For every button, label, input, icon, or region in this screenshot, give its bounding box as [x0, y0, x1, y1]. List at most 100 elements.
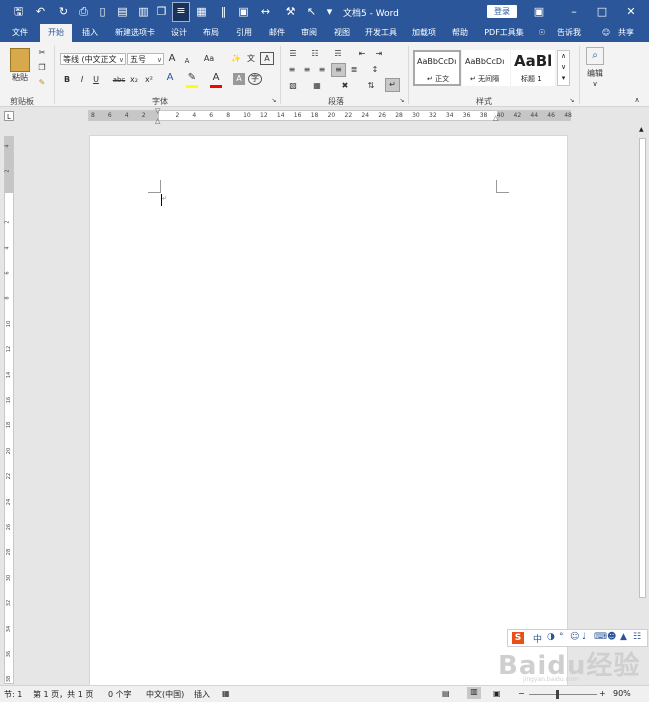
numbering-icon[interactable]: ☷: [308, 48, 322, 60]
increase-indent-icon[interactable]: ⇥: [373, 48, 385, 60]
layout-options-icon[interactable]: ▣: [236, 4, 251, 19]
copy-icon[interactable]: ❐: [36, 62, 48, 74]
enclose-char-icon[interactable]: 字: [248, 73, 262, 85]
vertical-scrollbar[interactable]: ▲: [637, 124, 647, 685]
punctuation-icon[interactable]: °: [559, 632, 564, 642]
borders-icon[interactable]: ▦: [310, 80, 324, 92]
style-heading-1[interactable]: AaBl 标题 1: [511, 50, 555, 86]
tab-layout[interactable]: 布局: [197, 24, 225, 42]
styles-expand-icon[interactable]: ▾: [558, 73, 569, 84]
strikethrough-button[interactable]: abc: [112, 74, 126, 86]
document-page[interactable]: ↵: [89, 135, 568, 690]
print-layout-icon[interactable]: ▥: [467, 687, 481, 699]
minimize-icon[interactable]: –: [566, 4, 582, 20]
horizontal-ruler[interactable]: 8 6 4 2 2 4 6 8 10 12 14 16 18 20 22 24 26 28 30 32 34 36 38 40…: [88, 110, 572, 121]
maximize-icon[interactable]: □: [594, 4, 610, 20]
sogou-logo-icon[interactable]: S: [512, 632, 524, 644]
cut-icon[interactable]: ✂: [36, 47, 48, 59]
copy-icon[interactable]: ❐: [154, 4, 169, 19]
tab-design[interactable]: 设计: [165, 24, 193, 42]
section-indicator[interactable]: 节: 1: [4, 689, 22, 700]
chinese-layout-icon[interactable]: ✖: [337, 80, 353, 92]
decrease-indent-icon[interactable]: ⇤: [356, 48, 368, 60]
char-shading-icon[interactable]: A: [233, 73, 245, 85]
customize-icon[interactable]: ▾: [322, 4, 337, 19]
zoom-slider-thumb[interactable]: [556, 690, 559, 699]
font-size-select[interactable]: 五号 ∨: [127, 53, 164, 65]
paragraph-dialog-icon[interactable]: ↘: [398, 95, 406, 107]
tab-view[interactable]: 视图: [328, 24, 356, 42]
tab-new[interactable]: 新建选项卡: [109, 24, 161, 42]
web-layout-icon[interactable]: ▣: [493, 689, 501, 698]
tab-help[interactable]: 帮助: [446, 24, 474, 42]
tab-review[interactable]: 审阅: [295, 24, 323, 42]
underline-button[interactable]: U: [91, 74, 101, 86]
clear-format-icon[interactable]: ✨: [230, 53, 242, 65]
select-icon[interactable]: ↖: [304, 4, 319, 19]
superscript-button[interactable]: x²: [143, 74, 155, 86]
close-icon[interactable]: ✕: [623, 4, 639, 20]
tab-mailings[interactable]: 邮件: [263, 24, 291, 42]
layout-icon[interactable]: ≡: [172, 2, 190, 22]
justify-icon[interactable]: ≡: [331, 63, 346, 77]
zoom-in-icon[interactable]: +: [599, 689, 606, 698]
show-marks-icon[interactable]: ↵: [385, 78, 400, 92]
read-mode-icon[interactable]: ▤: [442, 689, 450, 698]
subscript-button[interactable]: x₂: [128, 74, 140, 86]
zoom-level[interactable]: 90%: [613, 689, 631, 698]
toolbox-icon[interactable]: ☷: [633, 632, 641, 642]
share-button[interactable]: 共享: [612, 24, 640, 42]
search-icon[interactable]: ⌕: [586, 47, 604, 65]
zoom-out-icon[interactable]: −: [518, 689, 525, 698]
language-indicator[interactable]: 中文(中国): [146, 689, 184, 700]
skin-icon[interactable]: ▲: [620, 632, 627, 642]
shrink-font-button[interactable]: A: [182, 55, 192, 67]
chevron-down-icon[interactable]: ∨: [558, 62, 569, 73]
word-count[interactable]: 0 个字: [108, 689, 132, 700]
grow-font-button[interactable]: A: [166, 53, 178, 65]
keyboard-icon[interactable]: ⌨: [594, 632, 607, 642]
shading-icon[interactable]: ▧: [286, 80, 300, 92]
tab-insert[interactable]: 插入: [76, 24, 104, 42]
sort-icon[interactable]: ⇅: [365, 80, 377, 92]
font-name-select[interactable]: 等线 (中文正文 ∨: [60, 53, 126, 65]
open-icon[interactable]: ▤: [115, 4, 130, 19]
macro-record-icon[interactable]: ▦: [222, 689, 230, 698]
style-normal[interactable]: AaBbCcDı ↵ 正文: [413, 50, 461, 86]
collapse-ribbon-icon[interactable]: ∧: [632, 94, 642, 106]
page-indicator[interactable]: 第 1 页，共 1 页: [33, 689, 93, 700]
styles-scroll[interactable]: ∧ ∨ ▾: [557, 50, 570, 86]
tab-references[interactable]: 引用: [230, 24, 258, 42]
text-effects-icon[interactable]: A: [164, 72, 176, 84]
zoom-slider[interactable]: [529, 694, 597, 695]
microphone-icon[interactable]: ♩: [582, 632, 586, 642]
tab-pdf[interactable]: PDF工具集: [480, 24, 528, 42]
width-icon[interactable]: ↔: [258, 4, 273, 19]
tell-me-search[interactable]: 告诉我: [552, 24, 586, 42]
ribbon-display-icon[interactable]: ▣: [531, 4, 547, 20]
scrollbar-thumb[interactable]: [639, 138, 646, 598]
print-preview-icon[interactable]: ⎙: [76, 4, 91, 19]
right-indent-marker[interactable]: △: [493, 114, 498, 122]
chevron-up-icon[interactable]: ∧: [558, 51, 569, 62]
bold-button[interactable]: B: [62, 74, 72, 86]
hanging-indent-marker[interactable]: △: [155, 117, 160, 125]
first-line-indent-marker[interactable]: ▽: [155, 107, 160, 115]
save-icon[interactable]: 🖫: [11, 4, 26, 19]
font-dialog-icon[interactable]: ↘: [270, 95, 278, 107]
ime-mode-label[interactable]: 中: [533, 632, 542, 645]
tab-home[interactable]: 开始: [40, 24, 72, 42]
table-icon[interactable]: ▦: [194, 4, 209, 19]
multilevel-list-icon[interactable]: ☴: [331, 48, 345, 60]
scroll-up-icon[interactable]: ▲: [639, 126, 644, 133]
style-no-spacing[interactable]: AaBbCcDı ↵ 无间隔: [462, 50, 510, 86]
person-icon[interactable]: ☻: [607, 632, 616, 642]
paste-icon[interactable]: ▥: [136, 4, 151, 19]
highlight-icon[interactable]: ✎: [186, 72, 198, 84]
styles-dialog-icon[interactable]: ↘: [568, 95, 576, 107]
format-painter-icon[interactable]: ⚒: [283, 4, 298, 19]
char-border-icon[interactable]: A: [260, 52, 274, 65]
bullets-icon[interactable]: ☰: [286, 48, 300, 60]
line-spacing-icon[interactable]: ↕: [367, 64, 383, 76]
login-button[interactable]: 登录: [487, 5, 517, 18]
